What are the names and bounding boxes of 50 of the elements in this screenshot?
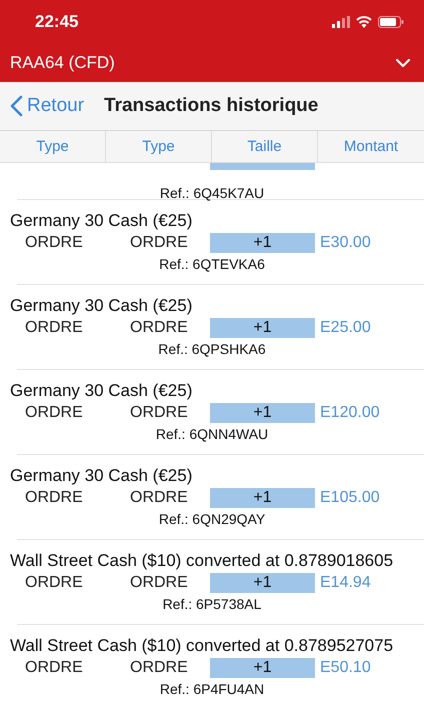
amount: E120.00	[320, 404, 380, 422]
instrument-name: Wall Street Cash ($10) converted at 0.8789527075	[10, 635, 394, 657]
order-reference: Ref.: 6P4FU4AN	[158, 680, 266, 699]
order-type: ORDRE	[130, 574, 189, 592]
battery-icon	[378, 16, 404, 28]
order-type: ORDRE	[130, 659, 189, 677]
signal-icon	[332, 16, 350, 28]
chevron-down-icon[interactable]	[395, 58, 411, 68]
order-type: ORDRE	[130, 319, 189, 337]
order-type: ORDRE	[24, 404, 84, 422]
order-reference: Ref.: 6QNN4WAU	[154, 425, 270, 444]
size-bar: +1	[210, 403, 315, 423]
column-header[interactable]: Type	[106, 131, 212, 162]
instrument-name: Germany 30 Cash (€25)	[10, 295, 194, 317]
size-bar: +1	[210, 488, 315, 508]
amount: E30.00	[320, 234, 371, 252]
amount: E25.00	[320, 319, 371, 337]
instrument-name: Germany 30 Cash (€25)	[10, 380, 194, 402]
column-header[interactable]: Taille	[212, 131, 318, 162]
size-bar: +1	[210, 318, 315, 338]
chevron-left-icon	[10, 95, 23, 117]
order-type: ORDRE	[24, 659, 84, 677]
column-header[interactable]: Type	[0, 131, 106, 162]
amount: E14.94	[320, 574, 371, 592]
amount: E105.00	[320, 489, 380, 507]
order-reference: Ref.: 6QTEVKA6	[158, 255, 266, 274]
instrument-name: Wall Street Cash ($10) converted at 0.8789018605	[10, 550, 394, 572]
order-type: ORDRE	[130, 489, 189, 507]
order-type: ORDRE	[130, 234, 189, 252]
order-type: ORDRE	[24, 489, 84, 507]
order-reference: Ref.: 6QN29QAY	[158, 510, 266, 529]
page-title: Transactions historique	[104, 95, 318, 117]
order-type: ORDRE	[24, 234, 84, 252]
instrument-name: Germany 30 Cash (€25)	[10, 465, 194, 487]
order-reference: Ref.: 6P5738AL	[162, 595, 262, 614]
order-type: ORDRE	[130, 404, 189, 422]
amount: E50.10	[320, 659, 371, 677]
status-time: 22:45	[35, 12, 78, 32]
order-type: ORDRE	[24, 319, 84, 337]
column-header[interactable]: Montant	[318, 131, 424, 162]
back-button[interactable]: Retour	[0, 95, 84, 117]
size-bar: +1	[210, 233, 315, 253]
instrument-name: Germany 30 Cash (€25)	[10, 210, 194, 232]
size-bar: +1	[210, 573, 315, 593]
order-reference: Ref.: 6QPSHKA6	[157, 340, 267, 359]
size-bar: +1	[210, 658, 315, 678]
order-reference: Ref.: 6Q45K7AU	[158, 184, 266, 203]
wifi-icon	[356, 16, 372, 28]
order-type: ORDRE	[24, 574, 84, 592]
account-title: RAA64 (CFD)	[10, 53, 115, 73]
